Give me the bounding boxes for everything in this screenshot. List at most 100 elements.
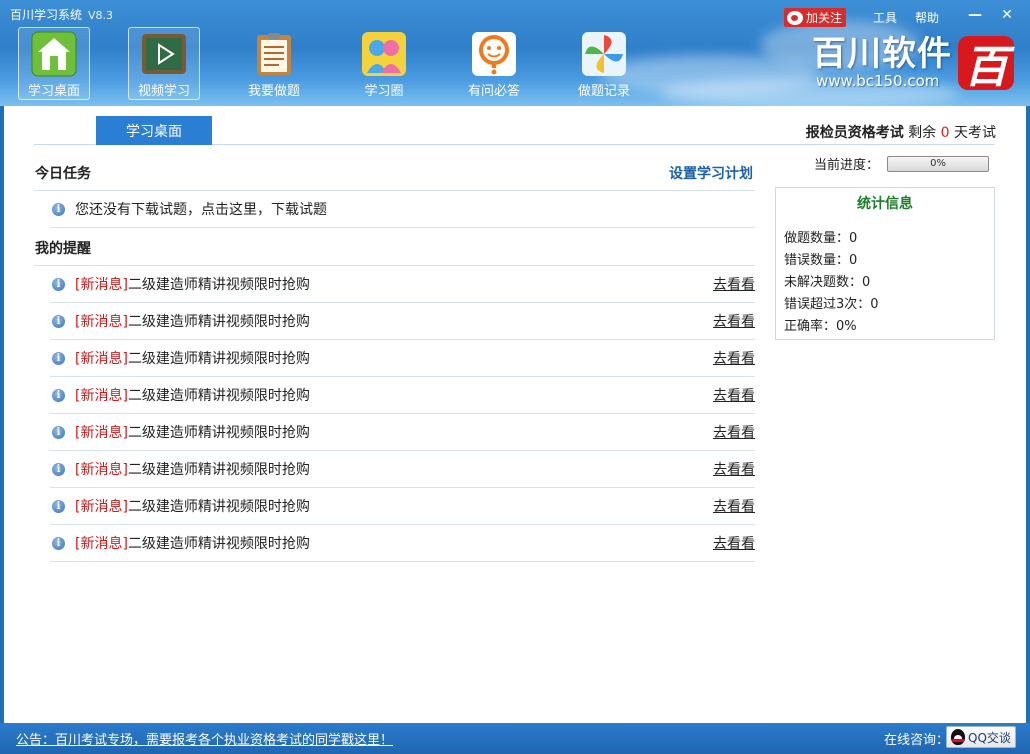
list-item: i [新消息] 二级建造师精讲视频限时抢购 去看看 [50, 266, 755, 303]
nav-item-video-study[interactable]: 视频学习 [128, 27, 200, 100]
app-version: V8.3 [88, 9, 114, 22]
app-title: 百川学习系统 [10, 8, 83, 22]
new-message-tag: [新消息] [75, 499, 128, 515]
stats-title: 统计信息 [857, 196, 913, 212]
stat-errors-over-3: 错误超过3次：0 [784, 297, 879, 312]
today-tasks-title: 今日任务 [35, 166, 91, 182]
nav-label: 做题记录 [577, 84, 630, 99]
qq-chat-label: QQ交谈 [968, 730, 1011, 745]
info-icon: i [52, 462, 65, 476]
tab-study-desktop[interactable]: 学习桌面 [96, 116, 212, 145]
window-title: 百川学习系统 V8.3 [10, 6, 113, 23]
progress-bar: 0% [887, 155, 990, 172]
main-nav: 学习桌面 视频学习 我要做题 学习圈 有问必答 做题记录 [18, 27, 678, 100]
new-message-tag: [新消息] [75, 536, 128, 552]
nav-label: 我要做题 [247, 84, 300, 99]
pinwheel-icon [579, 31, 629, 77]
status-bar: 公告：百川考试专场，需要报考各个执业资格考试的同学戳这里！ 在线咨询： QQ交谈 [0, 723, 1030, 754]
progress-label: 当前进度： [814, 158, 880, 173]
follow-weibo-button[interactable]: 加关注 [784, 8, 846, 27]
follow-label: 加关注 [806, 11, 843, 25]
help-menu[interactable]: 帮助 [915, 9, 939, 26]
question-icon [469, 31, 519, 77]
go-see-link[interactable]: 去看看 [713, 533, 755, 553]
nav-item-study-desktop[interactable]: 学习桌面 [18, 27, 90, 100]
reminder-text[interactable]: 二级建造师精讲视频限时抢购 [128, 385, 310, 405]
info-icon: i [52, 388, 65, 402]
main-content: 学习桌面 报检员资格考试 剩余 0 天考试 当前进度： 0% 统计信息 做题数量… [4, 106, 1026, 723]
weibo-icon [787, 10, 803, 25]
qq-chat-button[interactable]: QQ交谈 [946, 726, 1016, 748]
nav-item-practice[interactable]: 我要做题 [238, 27, 310, 100]
stats-panel: 统计信息 做题数量：0 错误数量：0 未解决题数：0 错误超过3次：0 正确率：… [775, 187, 995, 340]
brand-logo: 百 [958, 36, 1014, 93]
close-button[interactable]: ✕ [995, 5, 1019, 25]
brand-name: 百川软件 [812, 34, 952, 74]
brand-url: www.bc150.com [816, 72, 940, 90]
new-message-tag: [新消息] [75, 425, 128, 441]
new-message-tag: [新消息] [75, 388, 128, 404]
info-icon: i [52, 202, 65, 216]
exam-name: 报检员资格考试 [805, 125, 904, 141]
download-hint-row[interactable]: i 您还没有下载试题，点击这里，下载试题 [50, 191, 755, 228]
reminder-text[interactable]: 二级建造师精讲视频限时抢购 [128, 459, 310, 479]
tools-menu[interactable]: 工具 [873, 9, 897, 26]
list-item: i [新消息] 二级建造师精讲视频限时抢购 去看看 [50, 377, 755, 414]
download-hint-text: 您还没有下载试题，点击这里，下载试题 [75, 202, 327, 218]
new-message-tag: [新消息] [75, 314, 128, 330]
reminder-text[interactable]: 二级建造师精讲视频限时抢购 [128, 422, 310, 442]
clipboard-icon [249, 31, 299, 77]
list-item: i [新消息] 二级建造师精讲视频限时抢购 去看看 [50, 525, 755, 562]
qq-icon [951, 729, 965, 745]
list-item: i [新消息] 二级建造师精讲视频限时抢购 去看看 [50, 488, 755, 525]
go-see-link[interactable]: 去看看 [713, 459, 755, 479]
app-header: 百川学习系统 V8.3 加关注 工具 帮助 — ✕ 学习桌面 视频学习 我要做题 [0, 0, 1030, 106]
info-icon: i [52, 425, 65, 439]
new-message-tag: [新消息] [75, 462, 128, 478]
nav-item-practice-records[interactable]: 做题记录 [568, 27, 640, 100]
info-icon: i [52, 499, 65, 513]
nav-label: 学习圈 [364, 84, 404, 99]
stat-unresolved-count: 未解决题数：0 [784, 275, 871, 290]
set-study-plan-link[interactable]: 设置学习计划 [669, 163, 753, 183]
list-item: i [新消息] 二级建造师精讲视频限时抢购 去看看 [50, 414, 755, 451]
nav-item-qa[interactable]: 有问必答 [458, 27, 530, 100]
video-icon [139, 31, 189, 77]
info-icon: i [52, 536, 65, 550]
stat-error-count: 错误数量：0 [784, 253, 858, 268]
go-see-link[interactable]: 去看看 [713, 274, 755, 294]
new-message-tag: [新消息] [75, 277, 128, 293]
online-consult-label: 在线咨询： [884, 733, 950, 748]
nav-label: 视频学习 [137, 84, 190, 99]
list-item: i [新消息] 二级建造师精讲视频限时抢购 去看看 [50, 451, 755, 488]
progress-value: 0% [930, 158, 946, 169]
go-see-link[interactable]: 去看看 [713, 385, 755, 405]
reminder-text[interactable]: 二级建造师精讲视频限时抢购 [128, 533, 310, 553]
brand: 百川软件 www.bc150.com [812, 36, 952, 90]
my-reminders-title: 我的提醒 [35, 241, 91, 257]
go-see-link[interactable]: 去看看 [713, 496, 755, 516]
list-item: i [新消息] 二级建造师精讲视频限时抢购 去看看 [50, 340, 755, 377]
go-see-link[interactable]: 去看看 [713, 422, 755, 442]
remaining-label: 剩余 [908, 125, 937, 141]
progress-section: 当前进度： 0% [814, 154, 990, 173]
exam-countdown: 报检员资格考试 剩余 0 天考试 [806, 122, 996, 142]
days-remaining: 0 [940, 125, 950, 141]
stat-accuracy: 正确率：0% [784, 319, 857, 334]
days-suffix: 天考试 [954, 125, 996, 141]
nav-label: 有问必答 [467, 84, 520, 99]
go-see-link[interactable]: 去看看 [713, 348, 755, 368]
reminder-text[interactable]: 二级建造师精讲视频限时抢购 [128, 496, 310, 516]
info-icon: i [52, 314, 65, 328]
announcement-link[interactable]: 公告：百川考试专场，需要报考各个执业资格考试的同学戳这里！ [16, 729, 393, 748]
nav-label: 学习桌面 [27, 84, 80, 99]
info-icon: i [52, 277, 65, 291]
list-item: i [新消息] 二级建造师精讲视频限时抢购 去看看 [50, 303, 755, 340]
minimize-button[interactable]: — [963, 5, 987, 25]
home-icon [29, 31, 79, 77]
go-see-link[interactable]: 去看看 [713, 311, 755, 331]
reminder-text[interactable]: 二级建造师精讲视频限时抢购 [128, 311, 310, 331]
reminder-text[interactable]: 二级建造师精讲视频限时抢购 [128, 348, 310, 368]
reminder-text[interactable]: 二级建造师精讲视频限时抢购 [128, 274, 310, 294]
nav-item-study-circle[interactable]: 学习圈 [348, 27, 420, 100]
